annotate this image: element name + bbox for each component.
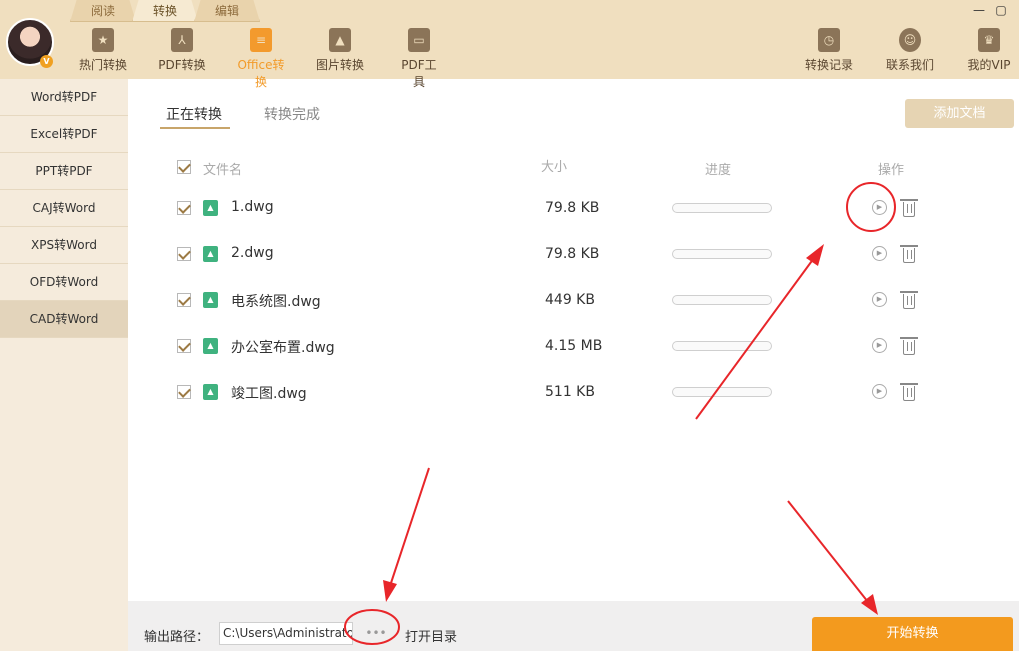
file-name: 办公室布置.dwg: [231, 340, 335, 356]
row-checkbox[interactable]: [177, 201, 191, 215]
tab-edit[interactable]: 编辑: [194, 0, 260, 22]
nav-label: PDF转换: [158, 58, 206, 72]
vip-badge-icon: V: [40, 55, 53, 68]
nav-label: 热门转换: [78, 58, 127, 72]
file-size: 449 KB: [545, 292, 595, 308]
nav-pdf-tools[interactable]: ▭ PDF工具: [396, 28, 442, 90]
trash-icon[interactable]: [900, 383, 918, 401]
nav-contact[interactable]: ☺ 联系我们: [885, 28, 935, 73]
sidebar-item-word-to-pdf[interactable]: Word转PDF: [0, 79, 128, 116]
column-header-size: 大小: [541, 160, 568, 175]
progress-bar: [672, 295, 772, 305]
sidebar-item-excel-to-pdf[interactable]: Excel转PDF: [0, 116, 128, 153]
nav-hot-convert[interactable]: ★ 热门转换: [78, 28, 128, 73]
progress-bar: [672, 387, 772, 397]
nav-history[interactable]: ◷ 转换记录: [804, 28, 854, 73]
trash-icon[interactable]: [900, 291, 918, 309]
progress-bar: [672, 249, 772, 259]
play-icon[interactable]: ▶: [872, 384, 887, 399]
table-row: ▲ 电系统图.dwg 449 KB ▶: [0, 277, 1019, 323]
maximize-icon[interactable]: ▢: [994, 4, 1008, 18]
nav-label: 图片转换: [316, 58, 365, 72]
file-name: 2.dwg: [231, 245, 274, 261]
image-icon: ▲: [329, 28, 351, 52]
row-checkbox[interactable]: [177, 385, 191, 399]
select-all-checkbox[interactable]: [177, 160, 191, 174]
browse-button[interactable]: •••: [360, 622, 392, 645]
row-checkbox[interactable]: [177, 247, 191, 261]
dwg-file-icon: ▲: [203, 292, 218, 308]
tab-completed[interactable]: 转换完成: [264, 104, 320, 124]
file-size: 511 KB: [545, 384, 595, 400]
top-tab-bar: 阅读 转换 编辑: [70, 0, 260, 22]
table-row: ▲ 竣工图.dwg 511 KB ▶: [0, 369, 1019, 415]
dwg-file-icon: ▲: [203, 200, 218, 216]
nav-office-convert[interactable]: ≡ Office转换: [233, 28, 289, 90]
tab-converting[interactable]: 正在转换: [166, 104, 222, 124]
dwg-file-icon: ▲: [203, 338, 218, 354]
pdf-icon: ⅄: [171, 28, 193, 52]
tab-convert[interactable]: 转换: [132, 0, 198, 22]
trash-icon[interactable]: [900, 199, 918, 217]
progress-bar: [672, 203, 772, 213]
dwg-file-icon: ▲: [203, 246, 218, 262]
column-header-name: 文件名: [203, 163, 243, 178]
start-convert-button[interactable]: 开始转换: [812, 617, 1013, 651]
history-icon: ◷: [818, 28, 840, 52]
crown-icon: ♛: [978, 28, 1000, 52]
file-name: 1.dwg: [231, 199, 274, 215]
column-header-progress: 进度: [705, 163, 732, 178]
star-icon: ★: [92, 28, 114, 52]
play-icon[interactable]: ▶: [872, 292, 887, 307]
row-checkbox[interactable]: [177, 339, 191, 353]
headset-icon: ☺: [899, 28, 921, 52]
toolbox-icon: ▭: [408, 28, 430, 52]
progress-bar: [672, 341, 772, 351]
play-icon[interactable]: ▶: [872, 200, 887, 215]
active-tab-indicator: [160, 127, 230, 129]
minimize-icon[interactable]: —: [972, 4, 986, 18]
nav-label: PDF工具: [401, 58, 437, 89]
trash-icon[interactable]: [900, 245, 918, 263]
table-row: ▲ 1.dwg 79.8 KB ▶: [0, 185, 1019, 231]
output-path-input[interactable]: C:\Users\Administrator: [219, 622, 353, 645]
play-icon[interactable]: ▶: [872, 338, 887, 353]
file-size: 79.8 KB: [545, 246, 600, 262]
column-header-action: 操作: [878, 163, 905, 178]
nav-pdf-convert[interactable]: ⅄ PDF转换: [158, 28, 206, 73]
nav-label: Office转换: [237, 58, 285, 89]
trash-icon[interactable]: [900, 337, 918, 355]
open-directory-link[interactable]: 打开目录: [405, 626, 457, 645]
row-checkbox[interactable]: [177, 293, 191, 307]
table-row: ▲ 办公室布置.dwg 4.15 MB ▶: [0, 323, 1019, 369]
file-name: 电系统图.dwg: [231, 294, 321, 310]
add-document-button[interactable]: 添加文档: [905, 99, 1014, 128]
tab-read[interactable]: 阅读: [70, 0, 136, 22]
nav-vip[interactable]: ♛ 我的VIP: [966, 28, 1012, 73]
office-icon: ≡: [250, 28, 272, 52]
play-icon[interactable]: ▶: [872, 246, 887, 261]
nav-label: 联系我们: [885, 58, 934, 72]
nav-label: 转换记录: [804, 58, 853, 72]
annotation-arrow-start: [787, 500, 878, 615]
nav-image-convert[interactable]: ▲ 图片转换: [316, 28, 364, 73]
file-name: 竣工图.dwg: [231, 386, 307, 402]
nav-label: 我的VIP: [967, 58, 1011, 72]
output-path-label: 输出路径：: [144, 630, 210, 645]
file-size: 79.8 KB: [545, 200, 600, 216]
file-size: 4.15 MB: [545, 338, 603, 354]
table-row: ▲ 2.dwg 79.8 KB ▶: [0, 231, 1019, 277]
annotation-arrow-browse: [383, 467, 430, 602]
dwg-file-icon: ▲: [203, 384, 218, 400]
